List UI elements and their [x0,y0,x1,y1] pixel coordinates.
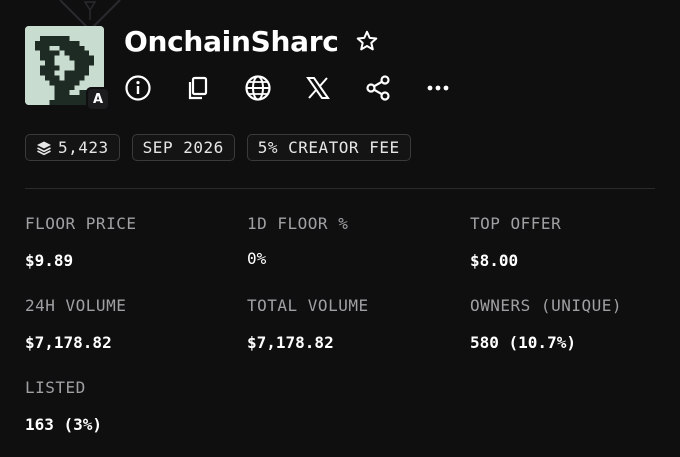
info-icon[interactable] [124,74,152,102]
stat-value: 580 (10.7%) [470,333,576,352]
stat-floor-price: FLOOR PRICE $9.89 [25,214,136,270]
stat-24h-volume: 24H VOLUME $7,178.82 [25,296,126,352]
share-icon[interactable] [364,74,392,102]
stat-total-volume: TOTAL VOLUME $7,178.82 [247,296,369,352]
stat-value: 163 (3%) [25,415,103,434]
collection-title: OnchainSharc [124,24,339,58]
created-date-pill: SEP 2026 [131,134,235,161]
section-divider [25,188,655,189]
stat-label: 24H VOLUME [25,296,127,315]
collection-avatar-wrap: A [25,26,110,111]
chain-badge-letter: A [88,89,108,109]
stat-owners: OWNERS (UNIQUE) 580 (10.7%) [470,296,622,352]
favorite-star-icon[interactable] [355,29,379,53]
stat-value: $9.89 [25,251,74,270]
stat-label: OWNERS (UNIQUE) [470,296,622,315]
stat-label: FLOOR PRICE [25,214,137,233]
items-count-pill: 5,423 [25,134,120,161]
more-icon[interactable] [424,74,452,102]
collection-header: A OnchainSharc [25,24,452,111]
stat-value: $7,178.82 [25,333,112,352]
stat-value: $7,178.82 [247,333,334,352]
creator-fee-pill: 5% CREATOR FEE [246,134,411,161]
x-logo-icon[interactable] [304,74,332,102]
layers-icon [36,140,52,156]
collection-meta-pills: 5,423 SEP 2026 5% CREATOR FEE [25,134,423,161]
action-toolbar [124,74,452,102]
stat-floor-change: 1D FLOOR % 0% [247,214,348,268]
stat-label: 1D FLOOR % [247,214,349,233]
creator-fee: 5% CREATOR FEE [257,138,400,157]
stat-label: TOP OFFER [470,214,562,233]
items-count: 5,423 [58,138,109,157]
stat-label: LISTED [25,378,86,397]
stat-value: $8.00 [470,251,519,270]
title-column: OnchainSharc [124,24,452,105]
globe-icon[interactable] [244,74,272,102]
stat-listed: LISTED 163 (3%) [25,378,102,434]
title-row: OnchainSharc [124,24,452,58]
stat-value: 0% [247,249,267,268]
stat-top-offer: TOP OFFER $8.00 [470,214,561,270]
created-date: SEP 2026 [142,138,224,157]
copy-icon[interactable] [184,74,212,102]
stat-label: TOTAL VOLUME [247,296,369,315]
chain-badge: A [86,87,110,111]
